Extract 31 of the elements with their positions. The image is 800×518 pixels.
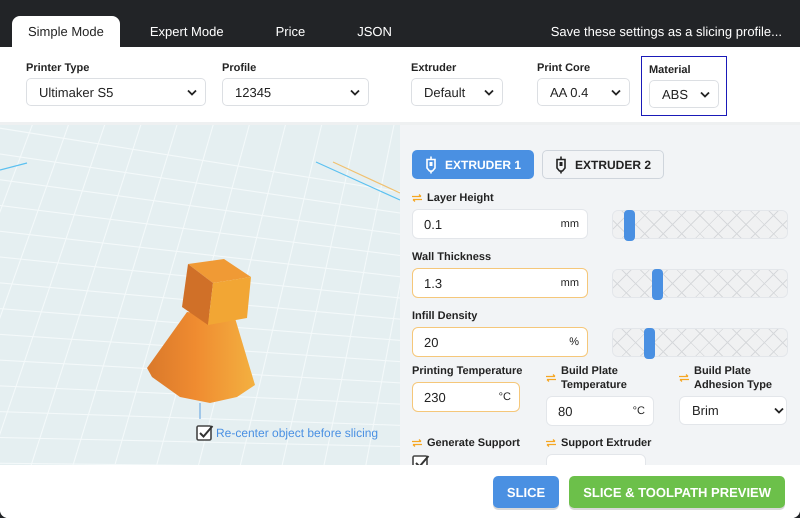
unit-label: mm: [560, 217, 579, 231]
select-label: Printer Type: [26, 62, 90, 74]
setting-label: Support Extruder: [561, 436, 652, 450]
setting-label: Generate Support: [427, 436, 520, 450]
dropdown-select[interactable]: Brim: [679, 396, 787, 425]
mode-tab[interactable]: Expert Mode: [128, 16, 246, 47]
dropdown-select[interactable]: AA 0.4: [537, 78, 630, 106]
mode-tab[interactable]: Price: [254, 16, 328, 47]
unit-label: mm: [560, 276, 579, 290]
select-label: Material: [649, 64, 692, 76]
dropdown-select[interactable]: ABS: [649, 80, 719, 108]
dropdown-select[interactable]: Ultimaker S5: [26, 78, 206, 106]
select-label: Extruder: [411, 62, 458, 74]
setting-label: Layer Height: [427, 191, 494, 205]
unit-label: °C: [632, 404, 645, 418]
mode-tab[interactable]: Simple Mode: [12, 16, 120, 47]
setting-label: Printing Temperature: [412, 364, 522, 378]
dropdown-select[interactable]: Default: [411, 78, 503, 106]
select-label: Profile: [222, 62, 258, 74]
dropdown-select[interactable]: 12345: [222, 78, 369, 106]
setting-label: Build Plate Adhesion Type: [694, 364, 774, 392]
extruder-tab[interactable]: EXTRUDER 2: [542, 150, 664, 179]
recenter-label: Re-center object before slicing: [216, 426, 378, 440]
setting-label: Wall Thickness: [412, 250, 492, 264]
save-profile-link[interactable]: Save these settings as a slicing profile...: [550, 16, 782, 47]
setting-label: Build Plate Temperature: [561, 364, 628, 392]
unit-label: %: [569, 335, 579, 349]
select-label: Print Core: [537, 62, 592, 74]
mode-tab[interactable]: JSON: [335, 16, 414, 47]
unit-label: °C: [498, 390, 511, 404]
setting-label: Infill Density: [412, 309, 478, 323]
